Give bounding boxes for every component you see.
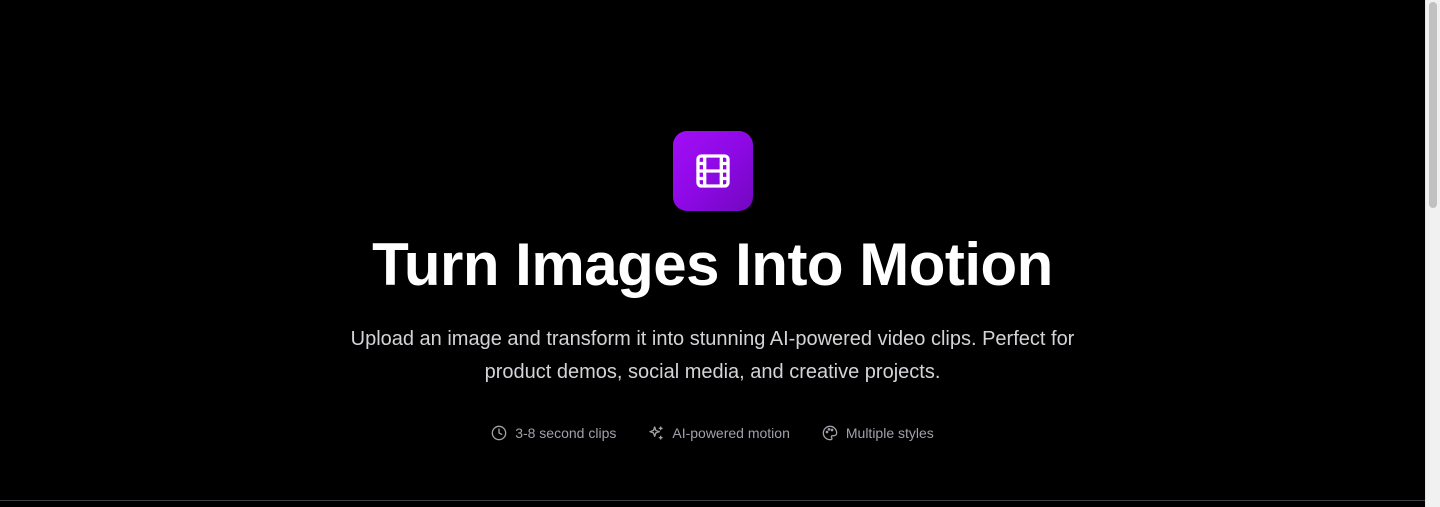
feature-label: Multiple styles: [845, 425, 934, 441]
palette-icon: [822, 425, 838, 441]
page-title: Turn Images Into Motion: [372, 231, 1053, 298]
film-icon: [693, 151, 733, 191]
page: Turn Images Into Motion Upload an image …: [0, 0, 1440, 507]
scrollbar-thumb[interactable]: [1429, 2, 1437, 208]
feature-item-motion: AI-powered motion: [648, 424, 790, 442]
hero-subtitle: Upload an image and transform it into st…: [350, 328, 1075, 383]
feature-item-clips: 3-8 second clips: [491, 424, 616, 442]
feature-list: 3-8 second clips AI-powered motion Multi…: [491, 424, 934, 442]
hero-section: Turn Images Into Motion Upload an image …: [0, 0, 1425, 500]
feature-item-styles: Multiple styles: [822, 424, 934, 442]
feature-label: 3-8 second clips: [515, 425, 617, 441]
page-scrollbar[interactable]: [1425, 0, 1440, 507]
app-logo: [672, 131, 753, 211]
feature-label: AI-powered motion: [672, 425, 790, 441]
sparkles-icon: [648, 425, 664, 441]
clock-icon: [491, 425, 507, 441]
section-divider: [0, 500, 1425, 501]
